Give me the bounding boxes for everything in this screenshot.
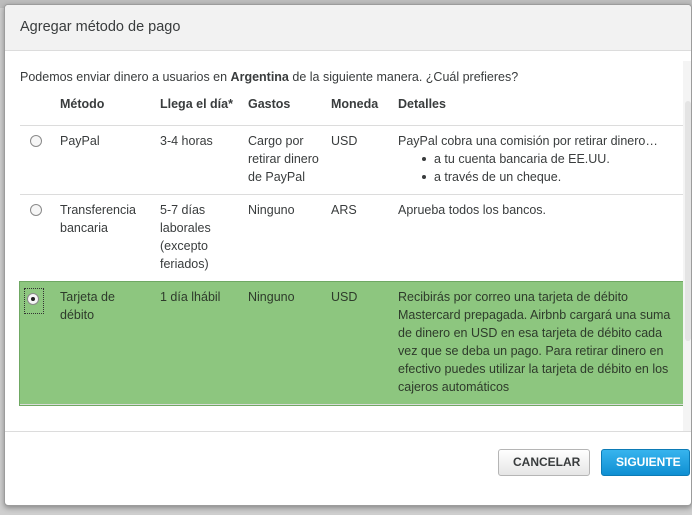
header-currency: Moneda bbox=[325, 91, 392, 126]
table-row-debit-card[interactable]: Tarjeta de débito 1 día lhábil Ninguno U… bbox=[19, 280, 691, 406]
add-payment-method-dialog: Agregar método de pago Podemos enviar di… bbox=[4, 4, 692, 506]
intro-text: Podemos enviar dinero a usuarios en Arge… bbox=[20, 70, 518, 84]
cancel-button[interactable]: CANCELAR bbox=[498, 449, 590, 476]
radio-focus-ring[interactable] bbox=[24, 288, 44, 314]
header-select bbox=[20, 91, 54, 126]
radio-debit-card[interactable] bbox=[27, 293, 39, 305]
header-arrival: Llega el día* bbox=[154, 91, 242, 126]
bullet-item: a tu cuenta bancaria de EE.UU. bbox=[422, 150, 684, 168]
scrollbar-thumb[interactable] bbox=[685, 101, 691, 341]
fees-cell: Cargo por retirar dinero de PayPal bbox=[242, 125, 325, 195]
body-scrollbar[interactable] bbox=[683, 61, 691, 431]
radio-cell[interactable] bbox=[20, 194, 54, 282]
bullet-item: a través de un cheque. bbox=[422, 168, 684, 186]
arrival-cell: 3-4 horas bbox=[154, 125, 242, 195]
radio-paypal[interactable] bbox=[30, 135, 42, 147]
arrival-cell: 5-7 días laborales (excepto feriados) bbox=[154, 194, 242, 282]
table-row-bank-transfer[interactable]: Transferencia bancaria 5-7 días laborale… bbox=[20, 194, 690, 282]
details-cell: PayPal cobra una comisión por retirar di… bbox=[392, 125, 690, 195]
table-header-row: Método Llega el día* Gastos Moneda Detal… bbox=[20, 91, 690, 126]
radio-bank-transfer[interactable] bbox=[30, 204, 42, 216]
details-bullets: a tu cuenta bancaria de EE.UU. a través … bbox=[398, 150, 684, 186]
dialog-body[interactable]: Podemos enviar dinero a usuarios en Arge… bbox=[5, 51, 691, 431]
details-cell: Aprueba todos los bancos. bbox=[392, 194, 690, 282]
currency-cell: USD bbox=[325, 281, 392, 405]
radio-cell[interactable] bbox=[20, 125, 54, 195]
dialog-header: Agregar método de pago bbox=[5, 5, 691, 51]
method-cell: Transferencia bancaria bbox=[54, 194, 154, 282]
fees-cell: Ninguno bbox=[242, 281, 325, 405]
details-cell: Recibirás por correo una tarjeta de débi… bbox=[392, 281, 690, 405]
details-text: PayPal cobra una comisión por retirar di… bbox=[398, 134, 658, 148]
currency-cell: ARS bbox=[325, 194, 392, 282]
method-cell: PayPal bbox=[54, 125, 154, 195]
intro-prefix: Podemos enviar dinero a usuarios en bbox=[20, 70, 231, 84]
fees-cell: Ninguno bbox=[242, 194, 325, 282]
method-cell: Tarjeta de débito bbox=[54, 281, 154, 405]
dialog-footer: CANCELAR SIGUIENTE bbox=[5, 431, 691, 491]
header-fees: Gastos bbox=[242, 91, 325, 126]
intro-country: Argentina bbox=[230, 70, 289, 84]
header-method: Método bbox=[54, 91, 154, 126]
header-details: Detalles bbox=[392, 91, 690, 126]
dialog-title: Agregar método de pago bbox=[20, 19, 181, 35]
radio-cell[interactable] bbox=[20, 281, 54, 405]
currency-cell: USD bbox=[325, 125, 392, 195]
intro-suffix: de la siguiente manera. ¿Cuál prefieres? bbox=[288, 70, 519, 84]
arrival-cell: 1 día lhábil bbox=[154, 281, 242, 405]
next-button[interactable]: SIGUIENTE bbox=[601, 449, 690, 476]
table-row-paypal[interactable]: PayPal 3-4 horas Cargo por retirar diner… bbox=[20, 125, 690, 195]
payment-methods-table: Método Llega el día* Gastos Moneda Detal… bbox=[19, 91, 691, 406]
